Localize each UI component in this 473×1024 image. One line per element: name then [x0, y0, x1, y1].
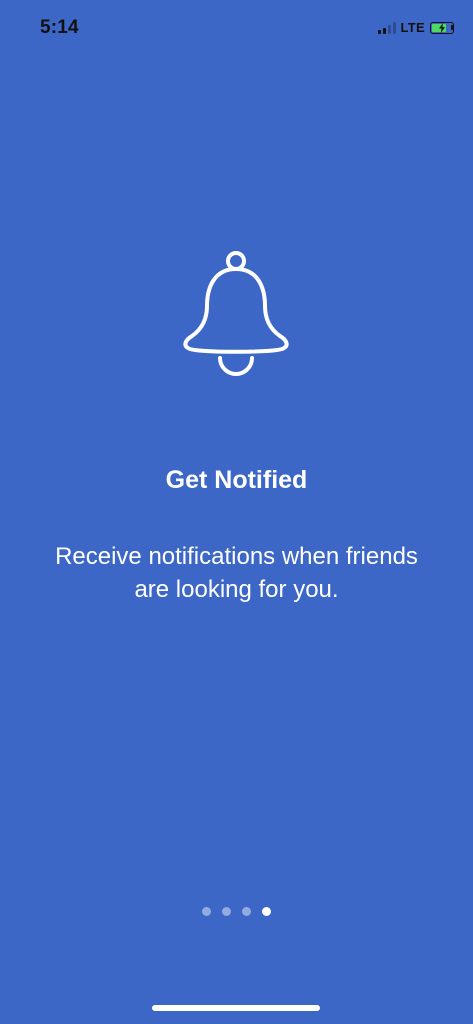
- page-dot-4[interactable]: [262, 907, 271, 916]
- network-type: LTE: [400, 20, 425, 35]
- status-time: 5:14: [40, 17, 79, 38]
- page-indicator[interactable]: [0, 907, 473, 916]
- battery-icon: [430, 21, 454, 34]
- status-indicators: LTE: [377, 20, 454, 35]
- page-dot-2[interactable]: [222, 907, 231, 916]
- charging-bolt-icon: [439, 22, 445, 33]
- page-dot-1[interactable]: [202, 907, 211, 916]
- onboarding-title: Get Notified: [165, 466, 308, 494]
- signal-bar: [392, 22, 396, 34]
- home-indicator[interactable]: [152, 1005, 320, 1011]
- signal-bar: [377, 30, 381, 34]
- page-dot-3[interactable]: [242, 907, 251, 916]
- onboarding-description: Receive notifications when friends are l…: [55, 543, 418, 603]
- status-bar: 5:14 LTE: [0, 0, 473, 60]
- signal-bar: [382, 28, 386, 34]
- signal-bar: [387, 25, 391, 34]
- bell-icon: [183, 251, 289, 376]
- signal-strength-icon: [377, 21, 396, 34]
